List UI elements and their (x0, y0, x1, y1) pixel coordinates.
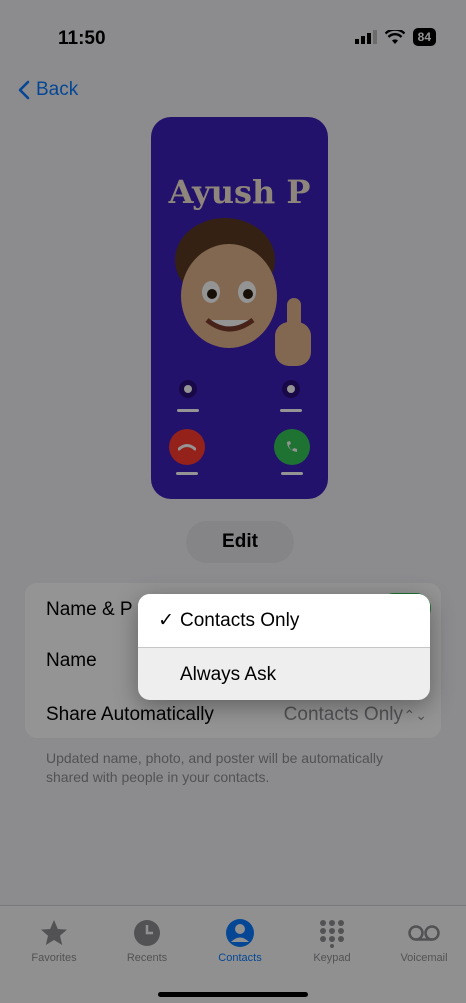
menu-item-label: Contacts Only (180, 609, 300, 631)
menu-item-label: Always Ask (180, 663, 277, 685)
menu-item-always-ask[interactable]: Always Ask (138, 648, 430, 700)
menu-dim-overlay[interactable] (0, 0, 466, 1003)
share-options-menu: ✓ Contacts Only Always Ask (138, 594, 430, 700)
home-indicator[interactable] (158, 992, 308, 997)
menu-item-contacts-only[interactable]: ✓ Contacts Only (138, 594, 430, 647)
phone-screen: 11:50 84 Back Ayush P Edit Name & P Name… (0, 0, 466, 1003)
checkmark-icon: ✓ (158, 610, 174, 631)
